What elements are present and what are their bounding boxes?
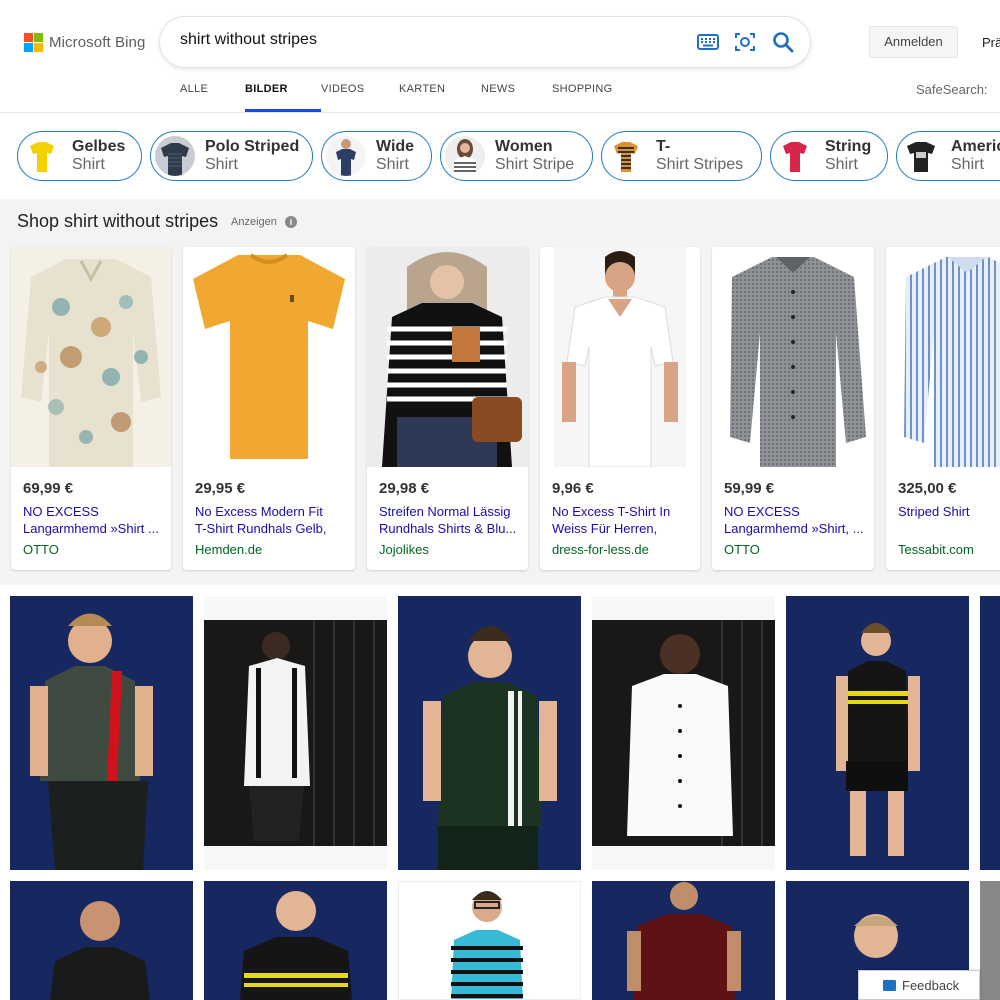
signin-button[interactable]: Anmelden [869, 26, 958, 58]
product-image[interactable] [540, 247, 700, 467]
related-chip[interactable]: String Shirt [770, 131, 888, 181]
image-result[interactable] [980, 596, 1000, 870]
tab-images[interactable]: BILDER [245, 83, 321, 113]
product-seller: Tessabit.com [898, 542, 974, 557]
safesearch-toggle[interactable]: SafeSearch: [916, 82, 988, 97]
chip-thumbnail [606, 136, 646, 176]
search-input[interactable] [180, 31, 680, 49]
chip-label: Wide [376, 138, 415, 155]
product-card[interactable]: 9,96 € No Excess T-Shirt In Weiss Für He… [540, 247, 700, 570]
product-title[interactable]: Streifen Normal Lässig Rundhals Shirts &… [379, 503, 519, 537]
rewards-link[interactable]: Prä [982, 35, 1000, 50]
product-price: 69,99 € [23, 480, 74, 497]
product-price: 9,96 € [552, 480, 594, 497]
tab-maps[interactable]: KARTEN [399, 83, 481, 113]
chip-label: Women [495, 138, 553, 155]
chip-label: String [825, 138, 872, 155]
tab-all[interactable]: ALLE [180, 83, 245, 113]
product-price: 29,95 € [195, 480, 246, 497]
product-price: 29,98 € [379, 480, 430, 497]
product-title[interactable]: Striped Shirt [898, 503, 1000, 537]
product-seller: OTTO [23, 542, 59, 557]
microsoft-logo-icon [24, 33, 43, 52]
shopping-title: Shop shirt without stripes [17, 211, 219, 231]
chip-label: T- [656, 138, 671, 155]
search-box [160, 17, 810, 67]
product-image[interactable] [367, 247, 528, 467]
related-searches: Gelbes Shirt Polo Striped Shirt Wide Shirt … [0, 113, 1000, 199]
product-seller: Hemden.de [195, 542, 263, 557]
product-title[interactable]: No Excess T-Shirt In Weiss Für Herren, G… [552, 503, 692, 537]
keyboard-icon[interactable] [696, 30, 720, 54]
image-result[interactable] [204, 596, 387, 870]
chip-thumbnail [445, 136, 485, 176]
image-result[interactable] [398, 881, 581, 1000]
product-price: 325,00 € [898, 480, 957, 497]
related-chip[interactable]: Wide Shirt [321, 131, 432, 181]
header-bar: Microsoft Bing Anmelden Prä ALLE BILDER … [0, 0, 1000, 113]
chip-thumbnail [901, 136, 941, 176]
related-chip[interactable]: Americ Shirt [896, 131, 1000, 181]
feedback-label: Feedback [902, 977, 960, 993]
product-image[interactable] [712, 247, 874, 467]
related-chip[interactable]: Polo Striped Shirt [150, 131, 313, 181]
tab-shopping[interactable]: SHOPPING [552, 83, 632, 113]
tab-videos[interactable]: VIDEOS [321, 83, 399, 113]
brand-name: Microsoft Bing [49, 34, 146, 51]
related-chip[interactable]: Gelbes Shirt [17, 131, 142, 181]
ads-label: Anzeigen [231, 216, 277, 228]
chip-thumbnail [775, 136, 815, 176]
chip-sublabel: Shirt Stripe [495, 156, 575, 173]
image-result[interactable] [10, 881, 193, 1000]
tab-news[interactable]: NEWS [481, 83, 552, 113]
visual-search-icon[interactable] [733, 30, 757, 54]
image-result[interactable] [398, 596, 581, 870]
image-result[interactable] [592, 596, 775, 870]
product-card[interactable]: 325,00 € Striped Shirt Tessabit.com [886, 247, 1000, 570]
product-title[interactable]: NO EXCESS Langarmhemd »Shirt, ... [724, 503, 864, 537]
chip-sublabel: Shirt Stripes [656, 156, 744, 173]
chip-sublabel: Shirt [376, 156, 409, 173]
product-card[interactable]: 29,95 € No Excess Modern Fit T-Shirt Run… [183, 247, 355, 570]
product-image[interactable] [11, 247, 171, 467]
product-title[interactable]: NO EXCESS Langarmhemd »Shirt ... [23, 503, 163, 537]
product-image[interactable] [886, 247, 1000, 467]
chip-sublabel: Shirt [205, 156, 238, 173]
related-chip[interactable]: T- Shirt Stripes [601, 131, 762, 181]
bing-logo[interactable]: Microsoft Bing [24, 33, 145, 52]
vertical-nav: ALLE BILDER VIDEOS KARTEN NEWS SHOPPING [180, 83, 632, 113]
shopping-section: Shop shirt without stripes Anzeigen i 69… [0, 199, 1000, 585]
product-image[interactable] [183, 247, 355, 467]
chip-sublabel: Shirt [825, 156, 858, 173]
product-seller: dress-for-less.de [552, 542, 649, 557]
product-card[interactable]: 59,99 € NO EXCESS Langarmhemd »Shirt, ..… [712, 247, 874, 570]
image-result[interactable] [980, 881, 1000, 1000]
chip-thumbnail [22, 136, 62, 176]
chip-label: Gelbes [72, 138, 126, 155]
product-card[interactable]: 29,98 € Streifen Normal Lässig Rundhals … [367, 247, 528, 570]
feedback-button[interactable]: Feedback [858, 970, 980, 1000]
product-seller: Jojolikes [379, 542, 429, 557]
image-result[interactable] [592, 881, 775, 1000]
product-price: 59,99 € [724, 480, 775, 497]
product-card[interactable]: 69,99 € NO EXCESS Langarmhemd »Shirt ...… [11, 247, 171, 570]
product-seller: OTTO [724, 542, 760, 557]
info-icon[interactable]: i [285, 216, 297, 228]
related-chip[interactable]: Women Shirt Stripe [440, 131, 593, 181]
chip-label: Americ [951, 138, 1000, 155]
image-result[interactable] [10, 596, 193, 870]
feedback-icon [883, 979, 896, 991]
chip-thumbnail [326, 136, 366, 176]
chip-sublabel: Shirt [951, 156, 984, 173]
image-result[interactable] [786, 596, 969, 870]
chip-sublabel: Shirt [72, 156, 105, 173]
image-result[interactable] [204, 881, 387, 1000]
chip-thumbnail [155, 136, 195, 176]
chip-label: Polo Striped [205, 138, 300, 155]
search-icon[interactable] [771, 30, 795, 54]
product-title[interactable]: No Excess Modern Fit T-Shirt Rundhals Ge… [195, 503, 335, 537]
